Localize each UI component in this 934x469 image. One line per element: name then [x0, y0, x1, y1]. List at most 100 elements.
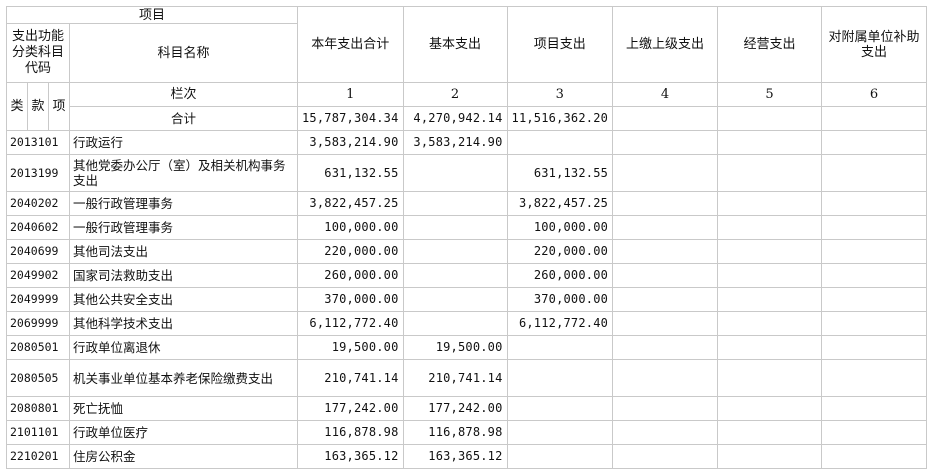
table-row: 2080801 死亡抚恤 177,242.00 177,242.00: [6, 396, 928, 421]
row-project: [506, 444, 614, 469]
row-business: [717, 191, 823, 216]
row-code: 2080801: [6, 396, 70, 421]
row-remit: [612, 359, 719, 397]
col-header-project: 项目支出: [506, 6, 614, 83]
row-project: [506, 359, 614, 397]
table-row: 2013101 行政运行 3,583,214.90 3,583,214.90: [6, 130, 928, 155]
xiang-header: 项: [48, 82, 70, 131]
item-header: 项目: [6, 6, 298, 24]
row-total: 260,000.00: [297, 263, 404, 288]
kuan-header: 款: [27, 82, 49, 131]
row-subsidy: [821, 359, 928, 397]
table-row: 2040602 一般行政管理事务 100,000.00 100,000.00: [6, 215, 928, 240]
row-project: 6,112,772.40: [506, 311, 614, 336]
table-row: 2013199 其他党委办公厅（室）及相关机构事务支出 631,132.55 631,…: [6, 154, 928, 192]
func-code-header: 支出功能分类科目代码: [6, 23, 70, 83]
row-subject-name: 其他司法支出: [69, 239, 298, 264]
row-total: 100,000.00: [297, 215, 404, 240]
row-total: 210,741.14: [297, 359, 404, 397]
row-basic: 210,741.14: [402, 359, 508, 397]
row-remit: [612, 215, 719, 240]
row-subject-name: 行政单位离退休: [69, 335, 298, 360]
row-business: [717, 311, 823, 336]
row-subsidy: [821, 191, 928, 216]
table-row: 2080505 机关事业单位基本养老保险缴费支出 210,741.14 210,741…: [6, 359, 928, 397]
total-basic: 4,270,942.14: [402, 106, 508, 131]
table-row: 2069999 其他科学技术支出 6,112,772.40 6,112,772.40: [6, 311, 928, 336]
row-subject-name: 行政运行: [69, 130, 298, 155]
row-basic: 19,500.00: [402, 335, 508, 360]
total-project: 11,516,362.20: [506, 106, 614, 131]
table-row: 2101101 行政单位医疗 116,878.98 116,878.98: [6, 420, 928, 445]
row-code: 2049902: [6, 263, 70, 288]
col-number-1: 1: [297, 82, 404, 107]
row-total: 3,822,457.25: [297, 191, 404, 216]
row-code: 2040202: [6, 191, 70, 216]
row-business: [717, 335, 823, 360]
expenditure-table: 项目 本年支出合计 基本支出 项目支出 上缴上级支出 经营支出 对附属单位补助支…: [6, 6, 928, 469]
row-code: 2101101: [6, 420, 70, 445]
row-subject-name: 机关事业单位基本养老保险缴费支出: [69, 359, 298, 397]
row-project: 370,000.00: [506, 287, 614, 312]
table-row: 2080501 行政单位离退休 19,500.00 19,500.00: [6, 335, 928, 360]
row-subsidy: [821, 311, 928, 336]
row-subject-name: 死亡抚恤: [69, 396, 298, 421]
row-business: [717, 444, 823, 469]
row-code: 2080505: [6, 359, 70, 397]
table-row: 2040699 其他司法支出 220,000.00 220,000.00: [6, 239, 928, 264]
row-remit: [612, 444, 719, 469]
row-total: 370,000.00: [297, 287, 404, 312]
row-basic: [402, 215, 508, 240]
row-business: [717, 359, 823, 397]
row-total: 3,583,214.90: [297, 130, 404, 155]
row-code: 2013101: [6, 130, 70, 155]
row-subsidy: [821, 130, 928, 155]
row-subject-name: 其他公共安全支出: [69, 287, 298, 312]
row-code: 2040602: [6, 215, 70, 240]
row-business: [717, 396, 823, 421]
table-row: 2210201 住房公积金 163,365.12 163,365.12: [6, 444, 928, 469]
row-subsidy: [821, 215, 928, 240]
total-sum: 15,787,304.34: [297, 106, 404, 131]
row-total: 631,132.55: [297, 154, 404, 192]
row-code: 2080501: [6, 335, 70, 360]
row-basic: 177,242.00: [402, 396, 508, 421]
row-total: 163,365.12: [297, 444, 404, 469]
row-remit: [612, 239, 719, 264]
table-body: 2013101 行政运行 3,583,214.90 3,583,214.90 20131…: [6, 130, 928, 469]
row-subsidy: [821, 335, 928, 360]
col-header-subsidy: 对附属单位补助支出: [821, 6, 928, 83]
row-total: 19,500.00: [297, 335, 404, 360]
row-project: [506, 130, 614, 155]
row-project: 3,822,457.25: [506, 191, 614, 216]
table-row: 2049902 国家司法救助支出 260,000.00 260,000.00: [6, 263, 928, 288]
row-subject-name: 一般行政管理事务: [69, 215, 298, 240]
col-header-business: 经营支出: [717, 6, 823, 83]
row-project: 631,132.55: [506, 154, 614, 192]
row-remit: [612, 287, 719, 312]
col-header-remit: 上缴上级支出: [612, 6, 719, 83]
row-remit: [612, 396, 719, 421]
col-index-label: 栏次: [69, 82, 298, 107]
row-subsidy: [821, 396, 928, 421]
row-basic: [402, 311, 508, 336]
row-total: 116,878.98: [297, 420, 404, 445]
row-remit: [612, 130, 719, 155]
row-basic: 163,365.12: [402, 444, 508, 469]
row-subject-name: 其他科学技术支出: [69, 311, 298, 336]
row-basic: [402, 287, 508, 312]
row-remit: [612, 335, 719, 360]
row-subsidy: [821, 239, 928, 264]
row-subject-name: 其他党委办公厅（室）及相关机构事务支出: [69, 154, 298, 192]
row-project: 220,000.00: [506, 239, 614, 264]
total-label: 合计: [69, 106, 298, 131]
row-remit: [612, 311, 719, 336]
row-subject-name: 一般行政管理事务: [69, 191, 298, 216]
row-subsidy: [821, 263, 928, 288]
row-basic: [402, 191, 508, 216]
row-total: 6,112,772.40: [297, 311, 404, 336]
row-code: 2069999: [6, 311, 70, 336]
row-basic: [402, 154, 508, 192]
row-business: [717, 420, 823, 445]
row-project: [506, 335, 614, 360]
